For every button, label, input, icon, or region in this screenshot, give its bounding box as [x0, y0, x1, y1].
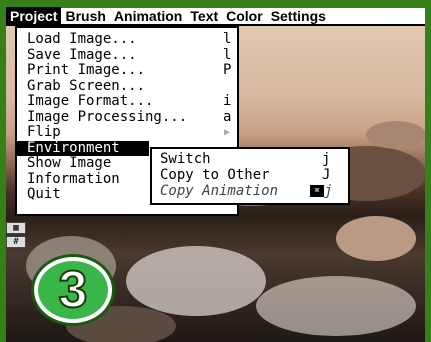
shortcut: a — [223, 108, 232, 125]
menu-color[interactable]: Color — [222, 7, 267, 25]
menu-item-label: Show Image — [27, 155, 112, 171]
menu-item-print-image[interactable]: Print Image... P — [17, 62, 237, 79]
menu-item-grab-screen[interactable]: Grab Screen... — [17, 77, 237, 95]
menu-item-label: Information — [27, 170, 120, 187]
menu-item-environment[interactable]: Environment — [17, 139, 149, 156]
rock — [256, 276, 416, 336]
menu-item-label: Copy to Other — [160, 167, 270, 183]
menu-item-label: Flip — [27, 124, 61, 140]
shortcut: P — [223, 62, 232, 78]
menu-brush[interactable]: Brush — [61, 7, 109, 25]
menu-item-save-image[interactable]: Save Image... l — [17, 46, 237, 64]
command-key-icon: ⌘ — [310, 185, 324, 197]
shortcut: l — [223, 31, 232, 47]
shortcut-key: j — [324, 183, 333, 199]
submenu-item-copy-animation[interactable]: Copy Animation ⌘ j — [152, 183, 348, 199]
rock — [336, 216, 416, 261]
menu-settings[interactable]: Settings — [267, 7, 330, 25]
screen: Project Brush Animation Text Color Setti… — [0, 0, 431, 342]
menu-project[interactable]: Project — [6, 7, 62, 25]
menu-text[interactable]: Text — [186, 7, 222, 25]
tool-icon[interactable]: ▦ — [6, 222, 26, 234]
menu-item-label: Switch — [160, 151, 211, 167]
menu-item-image-processing[interactable]: Image Processing... a — [17, 108, 237, 126]
shortcut: ⌘ j — [310, 183, 332, 199]
shortcut: l — [223, 46, 232, 63]
menu-item-label: Print Image... — [27, 62, 146, 78]
menu-item-label: Image Processing... — [27, 108, 188, 125]
shortcut: j — [322, 151, 331, 167]
menu-item-label: Environment — [27, 139, 120, 156]
shortcut: J — [322, 167, 331, 183]
rock — [366, 121, 425, 149]
shortcut: i — [223, 93, 232, 109]
step-number-badge: 3 — [34, 257, 112, 323]
menu-item-label: Grab Screen... — [27, 77, 146, 94]
environment-submenu: Switch j Copy to Other J Copy Animation … — [150, 147, 350, 205]
submenu-item-switch[interactable]: Switch j — [152, 151, 348, 167]
menu-item-label: Quit — [27, 186, 61, 202]
rock — [126, 246, 266, 316]
submenu-arrow-icon: ▶ — [224, 127, 231, 138]
tool-icon[interactable]: # — [6, 236, 26, 248]
menu-item-image-format[interactable]: Image Format... i — [17, 93, 237, 110]
menu-item-label: Copy Animation — [160, 183, 279, 199]
menu-item-label: Save Image... — [27, 46, 137, 63]
menu-item-flip[interactable]: Flip ▶ — [17, 124, 237, 141]
menu-animation[interactable]: Animation — [110, 7, 186, 25]
menu-bar: Project Brush Animation Text Color Setti… — [6, 7, 425, 26]
menu-item-load-image[interactable]: Load Image... l — [17, 31, 237, 48]
menu-item-label: Image Format... — [27, 93, 154, 109]
submenu-item-copy-to-other[interactable]: Copy to Other J — [152, 167, 348, 183]
menu-item-label: Load Image... — [27, 31, 137, 47]
